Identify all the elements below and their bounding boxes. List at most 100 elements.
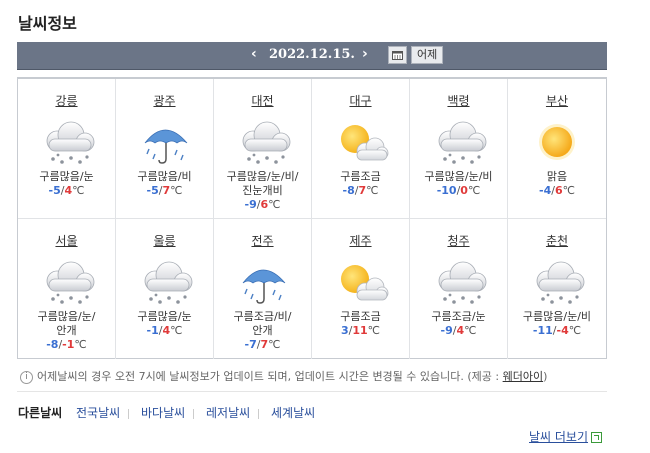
other-weather-label: 다른날씨 (18, 406, 63, 420)
city-weather-cell: 백령구름많음/눈/비 -10/0℃ (410, 79, 508, 219)
city-weather-cell: 강릉구름많음/눈 -5/4℃ (18, 79, 116, 219)
weather-condition: 구름많음/비 (137, 170, 192, 183)
weather-description: 구름많음/눈/비 -11/-4℃ (508, 310, 606, 338)
link-world-weather[interactable]: 세계날씨 (271, 406, 315, 420)
link-sea-weather[interactable]: 바다날씨 (141, 406, 185, 420)
temperature-range: 3/11℃ (340, 324, 381, 337)
low-temp: -8 (342, 184, 355, 197)
weather-condition: 구름많음/눈/비 (522, 310, 592, 323)
page-title: 날씨정보 (18, 14, 77, 33)
low-temp: 3 (340, 324, 349, 337)
high-temp: 4 (456, 324, 465, 337)
next-date-button[interactable]: › (362, 46, 368, 62)
city-name-link[interactable]: 광주 (116, 92, 213, 109)
temp-unit: ℃ (464, 324, 477, 337)
city-name-link[interactable]: 청주 (410, 232, 507, 249)
current-date: 2022.12.15. (269, 47, 355, 62)
temperature-range: -8/7℃ (342, 184, 379, 197)
low-temp: -5 (146, 184, 159, 197)
city-name-link[interactable]: 대전 (214, 92, 311, 109)
temp-unit: ℃ (268, 338, 281, 351)
temperature-range: -1/4℃ (146, 324, 183, 337)
temp-unit: ℃ (74, 338, 87, 351)
low-temp: -10 (436, 184, 457, 197)
more-weather-link[interactable]: 날씨 더보기 (529, 428, 603, 445)
cloud-snow-icon (523, 259, 591, 307)
temp-unit: ℃ (367, 324, 381, 337)
weather-condition: 구름많음/눈 (39, 170, 94, 183)
weather-description: 구름조금 3/11℃ (312, 310, 409, 338)
link-leisure-weather[interactable]: 레저날씨 (206, 406, 250, 420)
high-temp: 0 (460, 184, 468, 197)
city-name-link[interactable]: 부산 (508, 92, 606, 109)
weather-condition: 구름많음/눈/비/진눈개비 (226, 170, 299, 197)
weather-condition: 구름많음/눈/안개 (37, 310, 96, 337)
low-temp: -1 (146, 324, 159, 337)
city-name-link[interactable]: 전주 (214, 232, 311, 249)
low-temp: -5 (48, 184, 61, 197)
info-icon: i (20, 370, 33, 384)
temperature-range: -5/4℃ (48, 184, 85, 197)
weather-condition: 구름조금 (340, 310, 381, 323)
city-name-link[interactable]: 대구 (312, 92, 409, 109)
weather-condition: 구름조금 (340, 170, 381, 183)
city-weather-cell: 서울구름많음/눈/안개 -8/-1℃ (18, 219, 116, 359)
city-name-link[interactable]: 백령 (410, 92, 507, 109)
weather-description: 맑음 -4/6℃ (508, 170, 606, 198)
high-temp: 6 (554, 184, 563, 197)
city-name-link[interactable]: 춘천 (508, 232, 606, 249)
temperature-range: -9/6℃ (244, 198, 281, 211)
city-name-link[interactable]: 서울 (18, 232, 115, 249)
prev-date-button[interactable]: ‹ (251, 46, 257, 62)
weather-condition: 구름조금/눈 (431, 310, 486, 323)
temp-unit: ℃ (562, 184, 575, 197)
more-weather-label: 날씨 더보기 (529, 430, 589, 444)
low-temp: -7 (244, 338, 257, 351)
city-weather-cell: 대구구름조금 -8/7℃ (312, 79, 410, 219)
weather-condition: 맑음 (546, 170, 568, 183)
cloud-snow-icon (33, 259, 101, 307)
low-temp: -9 (244, 198, 257, 211)
weather-description: 구름많음/눈/비 -10/0℃ (410, 170, 507, 198)
temp-unit: ℃ (467, 184, 481, 197)
temperature-range: -9/4℃ (440, 324, 477, 337)
notice-text: 어제날씨의 경우 오전 7시에 날씨정보가 업데이트 되며, 업데이트 시간은 … (37, 370, 503, 383)
link-separator (193, 408, 195, 419)
yesterday-button[interactable]: 어제 (411, 46, 444, 64)
high-temp: 4 (162, 324, 171, 337)
city-weather-cell: 울릉구름많음/눈 -1/4℃ (116, 219, 214, 359)
temp-unit: ℃ (366, 184, 379, 197)
city-weather-cell: 광주구름많음/비 -5/7℃ (116, 79, 214, 219)
weather-description: 구름많음/눈 -5/4℃ (18, 170, 115, 198)
calendar-icon (392, 51, 403, 60)
temperature-range: -10/0℃ (436, 184, 481, 197)
link-national-weather[interactable]: 전국날씨 (76, 406, 120, 420)
calendar-button[interactable] (388, 46, 407, 64)
city-name-link[interactable]: 울릉 (116, 232, 213, 249)
weather-condition: 구름많음/눈 (137, 310, 192, 323)
provider-link[interactable]: 웨더아이 (503, 370, 543, 383)
high-temp: 6 (260, 198, 269, 211)
cloud-snow-icon (425, 259, 493, 307)
cloud-snow-icon (229, 119, 297, 167)
umbrella-rain-icon (131, 119, 199, 167)
high-temp: 4 (64, 184, 73, 197)
cloud-snow-icon (131, 259, 199, 307)
other-weather-links: 다른날씨 전국날씨 바다날씨 레저날씨 세계날씨 (18, 404, 315, 421)
weather-grid: 강릉 구름많음/눈 -5/4℃ 광주 구름많음/비 -5/7℃ 대전 구름많음/눈/비/진눈개… (17, 77, 607, 359)
city-name-link[interactable]: 강릉 (18, 92, 115, 109)
temperature-range: -5/7℃ (146, 184, 183, 197)
temp-unit: ℃ (170, 184, 183, 197)
high-temp: -4 (556, 324, 569, 337)
temp-unit: ℃ (568, 324, 582, 337)
weather-description: 구름많음/눈/안개 -8/-1℃ (18, 310, 115, 352)
weather-description: 구름많음/눈/비/진눈개비 -9/6℃ (214, 170, 311, 212)
weather-description: 구름조금 -8/7℃ (312, 170, 409, 198)
high-temp: 7 (162, 184, 171, 197)
city-name-link[interactable]: 제주 (312, 232, 409, 249)
temperature-range: -8/-1℃ (46, 338, 87, 351)
high-temp: 7 (358, 184, 367, 197)
low-temp: -9 (440, 324, 453, 337)
city-weather-cell: 대전구름많음/눈/비/진눈개비 -9/6℃ (214, 79, 312, 219)
notice-close: ) (543, 370, 548, 383)
